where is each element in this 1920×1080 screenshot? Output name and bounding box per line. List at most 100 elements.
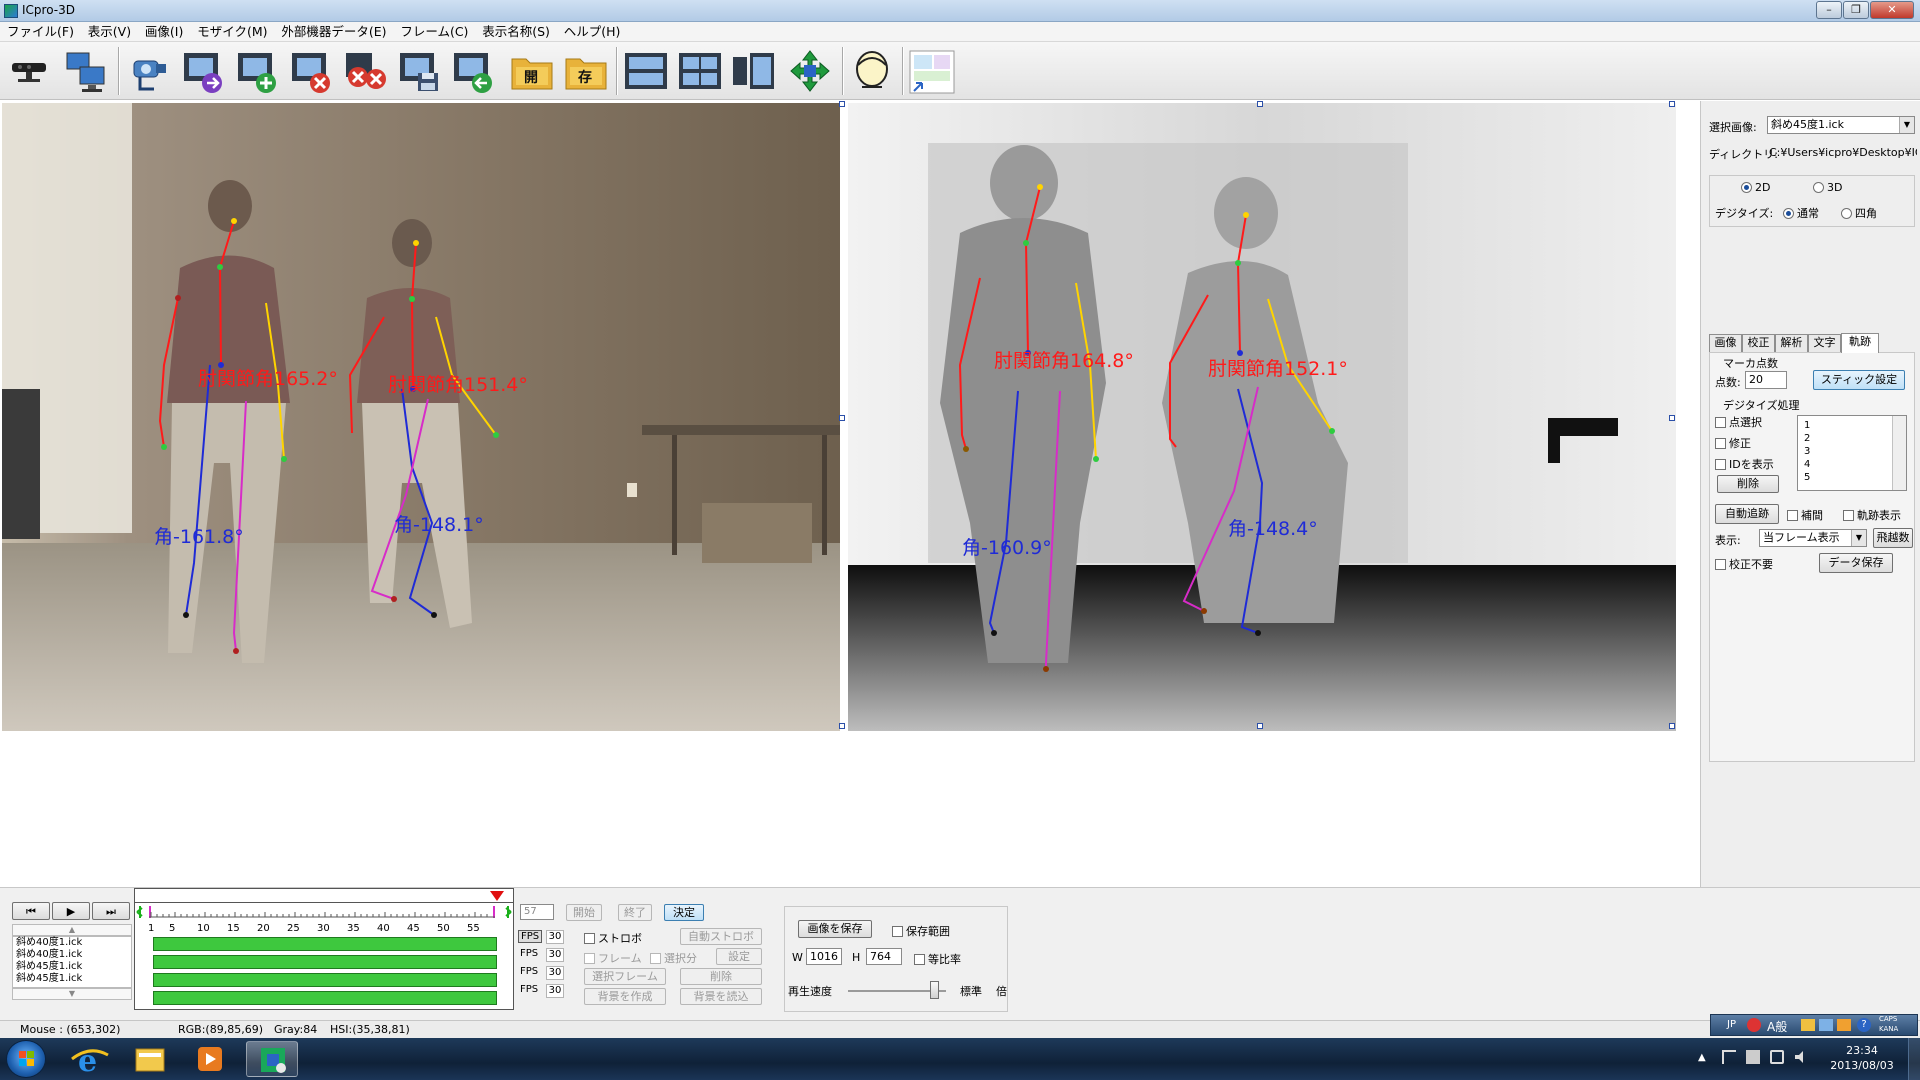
width-input[interactable]: 1016 (806, 948, 842, 965)
play-button[interactable]: ▶ (52, 902, 90, 920)
resize-handle[interactable] (839, 415, 845, 421)
taskbar-explorer[interactable] (124, 1041, 176, 1077)
skip-back-button[interactable]: ⏮ (12, 902, 50, 920)
file-list-item[interactable]: 斜め45度1.ick (16, 961, 131, 973)
maximize-button[interactable]: ❐ (1843, 1, 1869, 19)
listbox-scrollbar[interactable] (1892, 416, 1906, 490)
power-icon[interactable] (1770, 1050, 1784, 1064)
playhead-marker-icon[interactable] (489, 890, 505, 902)
film-next-icon[interactable] (180, 47, 228, 95)
file-list-scroll-up[interactable]: ▲ (12, 924, 132, 936)
menu-image[interactable]: 画像(I) (140, 22, 188, 41)
digitize-normal-radio[interactable]: 通常 (1783, 205, 1819, 221)
resize-handle[interactable] (1257, 723, 1263, 729)
help-icon[interactable]: ? (1857, 1018, 1871, 1032)
resize-handle[interactable] (1669, 101, 1675, 107)
fps-value[interactable]: 30 (546, 930, 564, 944)
menu-help[interactable]: ヘルプ(H) (559, 22, 626, 41)
data-save-button[interactable]: データ保存 (1819, 553, 1893, 573)
menu-mosaic[interactable]: モザイク(M) (192, 22, 272, 41)
start-button[interactable] (6, 1040, 46, 1078)
show-id-checkbox[interactable]: IDを表示 (1715, 456, 1774, 472)
make-background-button[interactable]: 背景を作成 (584, 988, 666, 1005)
no-calibration-checkbox[interactable]: 校正不要 (1715, 556, 1773, 572)
ime-dictionary-icon[interactable] (1837, 1019, 1851, 1031)
network-icon[interactable] (1746, 1050, 1760, 1064)
camera-link-icon[interactable] (126, 47, 174, 95)
ime-mode[interactable]: A般 (1767, 1018, 1787, 1035)
taskbar-media-player[interactable] (184, 1041, 236, 1077)
speed-slider-thumb[interactable] (930, 981, 939, 999)
file-list-item[interactable]: 斜め40度1.ick (16, 949, 131, 961)
depth-camera-view[interactable]: 肘関節角164.8° 肘関節角152.1° 角-160.9° 角-148.4° (848, 103, 1676, 731)
tab-trajectory[interactable]: 軌跡 (1841, 333, 1879, 353)
fps-value[interactable]: 30 (546, 966, 564, 980)
jump-count-button[interactable]: 飛越数 (1873, 528, 1913, 548)
track-bar[interactable] (153, 991, 497, 1005)
tab-text[interactable]: 文字 (1808, 334, 1841, 352)
keep-ratio-checkbox[interactable]: 等比率 (914, 951, 961, 967)
film-remove-icon[interactable] (288, 47, 336, 95)
select-frame-button[interactable]: 選択フレーム (584, 968, 666, 985)
point-select-checkbox[interactable]: 点選択 (1715, 414, 1762, 430)
load-background-button[interactable]: 背景を読込 (680, 988, 762, 1005)
track-bar[interactable] (153, 955, 497, 969)
film-back-icon[interactable] (450, 47, 498, 95)
film-save-icon[interactable] (396, 47, 444, 95)
menu-external-data[interactable]: 外部機器データ(E) (276, 22, 391, 41)
modify-checkbox[interactable]: 修正 (1715, 435, 1751, 451)
film-multi-icon[interactable] (676, 47, 724, 95)
menu-view[interactable]: 表示(V) (83, 22, 136, 41)
resize-handle[interactable] (839, 101, 845, 107)
resize-handle[interactable] (1669, 723, 1675, 729)
display-select[interactable]: 当フレーム表示 ▼ (1759, 529, 1867, 547)
start-button[interactable]: 開始 (566, 904, 602, 921)
film-delete-icon[interactable] (342, 47, 390, 95)
tab-image[interactable]: 画像 (1709, 334, 1742, 352)
track-bar[interactable] (153, 973, 497, 987)
save-range-checkbox[interactable]: 保存範囲 (892, 923, 950, 939)
film-split-icon[interactable] (730, 47, 778, 95)
decide-button[interactable]: 決定 (664, 904, 704, 921)
timeline-scrub-bar[interactable] (135, 889, 513, 903)
save-image-button[interactable]: 画像を保存 (798, 920, 872, 938)
delete-point-button[interactable]: 削除 (1717, 475, 1779, 493)
height-input[interactable]: 764 (866, 948, 902, 965)
stick-settings-button[interactable]: スティック設定 (1813, 370, 1905, 390)
taskbar-internet-explorer[interactable]: e (64, 1041, 116, 1079)
current-frame-field[interactable]: 57 (520, 904, 554, 920)
resize-handle[interactable] (839, 723, 845, 729)
head-model-icon[interactable] (848, 47, 896, 95)
volume-icon[interactable] (1794, 1050, 1808, 1064)
film-grid-icon[interactable] (622, 47, 670, 95)
interpolate-checkbox[interactable]: 補間 (1787, 507, 1823, 523)
menu-display-name[interactable]: 表示名称(S) (477, 22, 555, 41)
monitor-network-icon[interactable] (62, 47, 110, 95)
auto-strobe-button[interactable]: 自動ストロボ (680, 928, 762, 945)
skip-forward-button[interactable]: ⏭ (92, 902, 130, 920)
ime-tool-icon[interactable] (1801, 1019, 1815, 1031)
mode-3d-radio[interactable]: 3D (1813, 181, 1842, 194)
end-button[interactable]: 終了 (618, 904, 652, 921)
move-arrows-icon[interactable] (786, 47, 834, 95)
list-item[interactable]: 2 (1804, 432, 1810, 445)
close-button[interactable]: ✕ (1870, 1, 1914, 19)
file-list[interactable]: 斜め40度1.ick 斜め40度1.ick 斜め45度1.ick 斜め45度1.… (12, 936, 132, 988)
file-list-item[interactable]: 斜め40度1.ick (16, 937, 131, 949)
kinect-sensor-icon[interactable] (6, 47, 54, 95)
tab-analysis[interactable]: 解析 (1775, 334, 1808, 352)
list-item[interactable]: 3 (1804, 445, 1810, 458)
frame-checkbox[interactable]: フレーム (584, 950, 642, 966)
fps-value[interactable]: 30 (546, 984, 564, 998)
ime-language[interactable]: JP (1727, 1019, 1736, 1030)
show-desktop-button[interactable] (1908, 1038, 1920, 1080)
action-center-icon[interactable] (1722, 1050, 1736, 1064)
menu-frame[interactable]: フレーム(C) (395, 22, 473, 41)
selection-checkbox[interactable]: 選択分 (650, 950, 697, 966)
ime-status-icon[interactable] (1747, 1018, 1761, 1032)
file-list-scroll-down[interactable]: ▼ (12, 988, 132, 1000)
menu-file[interactable]: ファイル(F) (0, 22, 79, 41)
selected-image-select[interactable]: 斜め45度1.ick ▼ (1767, 116, 1915, 134)
preview-thumbnail-icon[interactable] (908, 47, 956, 95)
resize-handle[interactable] (1669, 415, 1675, 421)
